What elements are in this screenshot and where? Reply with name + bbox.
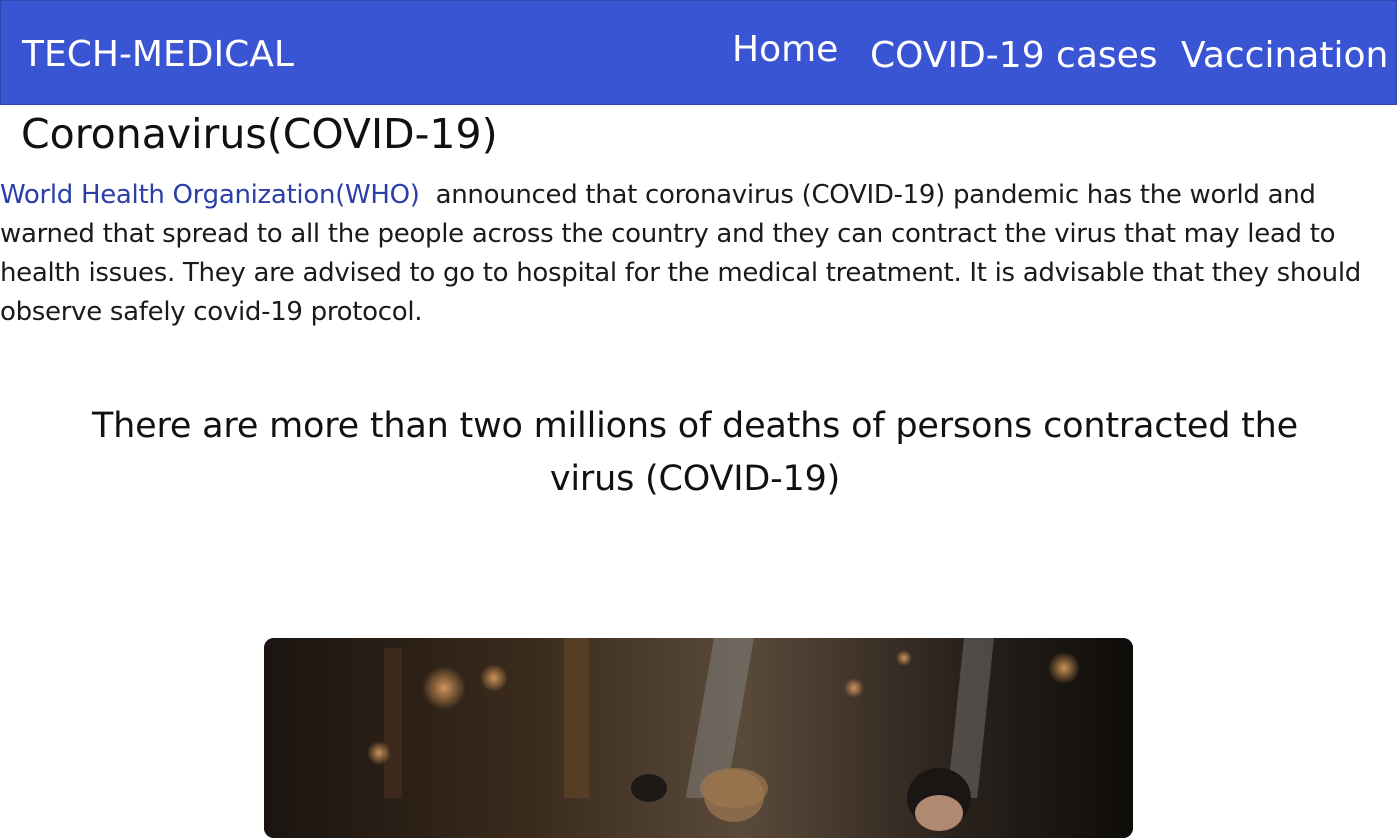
death-statistic-heading: There are more than two millions of deat…	[92, 406, 1298, 499]
photo-people-wearing-masks-icon	[264, 638, 1133, 838]
brand-logo-text[interactable]: TECH-MEDICAL	[22, 34, 294, 75]
page-title: Coronavirus(COVID-19)	[21, 110, 498, 158]
intro-paragraph: World Health Organization(WHO) announced…	[0, 176, 1397, 332]
nav-link-vaccination[interactable]: Vaccination	[1181, 35, 1388, 76]
nav-link-covid-cases[interactable]: COVID-19 cases	[870, 35, 1158, 76]
top-navbar: TECH-MEDICAL Home COVID-19 cases Vaccina…	[0, 0, 1397, 105]
masked-people-photo	[264, 638, 1133, 838]
who-link[interactable]: World Health Organization(WHO)	[0, 180, 420, 210]
nav-link-home[interactable]: Home	[732, 29, 838, 70]
